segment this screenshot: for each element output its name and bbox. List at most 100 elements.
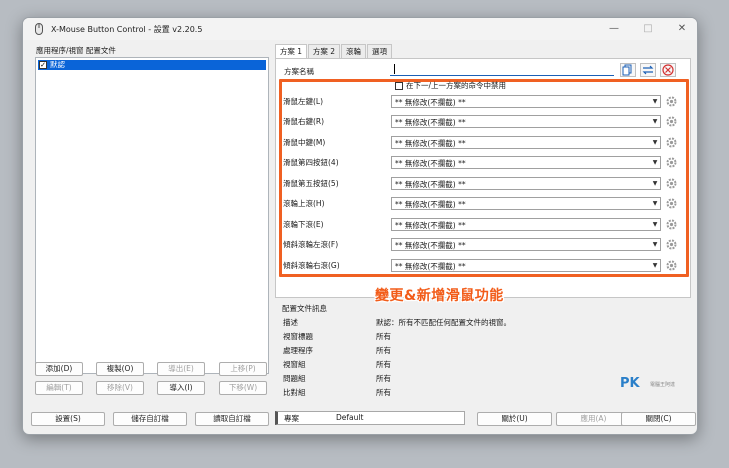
gear-icon[interactable] [665,115,678,128]
list-item-label: 默認 [50,60,65,69]
tab-wheel[interactable]: 滾輪 [341,44,366,58]
action-row-tilt-left: 傾斜滾輪左滾(F) ** 無修改(不攔截) ** ▼ [283,238,683,252]
profile-name-input[interactable] [390,63,614,76]
gear-icon[interactable] [665,136,678,149]
mouse-app-icon [35,23,43,35]
action-row-left: 滑鼠左鍵(L) ** 無修改(不攔截) ** ▼ [283,95,683,109]
info-key: 視窗標題 [283,332,313,341]
action-label: 滾輪上滾(H) [283,199,325,208]
tab-profile-2[interactable]: 方案 2 [308,44,340,58]
status-value: Default [336,413,364,422]
action-select[interactable]: ** 無修改(不攔截) ** ▼ [391,197,661,210]
action-select[interactable]: ** 無修改(不攔截) ** ▼ [391,238,661,251]
action-select-value: ** 無修改(不攔截) ** [395,241,466,250]
status-label: 專案 [284,414,299,423]
action-select[interactable]: ** 無修改(不攔截) ** ▼ [391,259,661,272]
action-select-value: ** 無修改(不攔截) ** [395,200,466,209]
checkbox[interactable] [395,82,403,90]
save-custom-button[interactable]: 儲存自訂檔 [113,412,187,426]
info-value: 所有 [376,388,391,397]
info-row: 描述 默認：所有不匹配任何配置文件的視窗。 [283,317,683,329]
info-value: 所有 [376,346,391,355]
add-button[interactable]: 添加(D) [35,362,83,376]
info-row: 視窗標題 所有 [283,331,683,343]
action-select-value: ** 無修改(不攔截) ** [395,180,466,189]
action-select-value: ** 無修改(不攔截) ** [395,262,466,271]
chevron-down-icon: ▼ [652,262,658,269]
move-down-button[interactable]: 下移(W) [219,381,267,395]
edit-button[interactable]: 編輯(T) [35,381,83,395]
action-select-value: ** 無修改(不攔截) ** [395,159,466,168]
app-window: X-Mouse Button Control - 設置 v2.20.5 — □ … [22,17,698,435]
load-custom-button[interactable]: 讀取自訂檔 [195,412,269,426]
info-key: 處理程序 [283,346,313,355]
remove-button[interactable]: 移除(V) [96,381,144,395]
info-value: 所有 [376,360,391,369]
action-label: 傾斜滾輪右滾(G) [283,261,340,270]
action-select[interactable]: ** 無修改(不攔截) ** ▼ [391,95,661,108]
gear-icon[interactable] [665,218,678,231]
gear-icon[interactable] [665,177,678,190]
maximize-icon[interactable]: □ [631,18,665,40]
close-button[interactable]: 關閉(C) [621,412,696,426]
action-label: 滑鼠第四按鈕(4) [283,158,339,167]
action-select[interactable]: ** 無修改(不攔截) ** ▼ [391,177,661,190]
settings-button[interactable]: 設置(S) [31,412,105,426]
chevron-down-icon: ▼ [652,221,658,228]
copy-button[interactable]: 複製(O) [96,362,144,376]
gear-icon[interactable] [665,259,678,272]
chevron-down-icon: ▼ [652,180,658,187]
gear-icon[interactable] [665,238,678,251]
about-button[interactable]: 關於(U) [477,412,552,426]
action-label: 滑鼠中鍵(M) [283,138,326,147]
tab-profile-1[interactable]: 方案 1 [275,44,307,59]
chevron-down-icon: ▼ [652,200,658,207]
profiles-group-label: 應用程序/視窗 配置文件 [36,46,116,55]
action-select-value: ** 無修改(不攔截) ** [395,98,466,107]
list-item[interactable]: ✓ 默認 [38,60,266,70]
apply-button[interactable]: 應用(A) [556,412,631,426]
action-row-tilt-right: 傾斜滾輪右滾(G) ** 無修改(不攔截) ** ▼ [283,259,683,273]
action-row-middle: 滑鼠中鍵(M) ** 無修改(不攔截) ** ▼ [283,136,683,150]
window-title: X-Mouse Button Control - 設置 v2.20.5 [51,25,203,34]
chevron-down-icon: ▼ [652,139,658,146]
action-select[interactable]: ** 無修改(不攔截) ** ▼ [391,156,661,169]
action-label: 傾斜滾輪左滾(F) [283,240,339,249]
info-value: 默認：所有不匹配任何配置文件的視窗。 [376,318,511,327]
action-row-button4: 滑鼠第四按鈕(4) ** 無修改(不攔截) ** ▼ [283,156,683,170]
info-value: 所有 [376,374,391,383]
gear-icon[interactable] [665,156,678,169]
checkbox-checked-icon[interactable]: ✓ [39,61,47,69]
action-select-value: ** 無修改(不攔截) ** [395,139,466,148]
move-up-button[interactable]: 上移(P) [219,362,267,376]
copy-icon[interactable] [620,63,636,77]
minimize-icon[interactable]: — [597,18,631,40]
watermark-logo: PK [620,376,640,391]
action-select[interactable]: ** 無修改(不攔截) ** ▼ [391,115,661,128]
status-box: 專案 Default [275,411,465,425]
info-row: 處理程序 所有 [283,345,683,357]
chevron-down-icon: ▼ [652,118,658,125]
action-row-button5: 滑鼠第五按鈕(5) ** 無修改(不攔截) ** ▼ [283,177,683,191]
export-button[interactable]: 導出(E) [157,362,205,376]
chevron-down-icon: ▼ [652,98,658,105]
info-value: 所有 [376,332,391,341]
action-select[interactable]: ** 無修改(不攔截) ** ▼ [391,218,661,231]
action-select[interactable]: ** 無修改(不攔截) ** ▼ [391,136,661,149]
clear-icon[interactable] [660,63,676,77]
watermark-subtitle: 電腦王阿達 [650,382,676,388]
action-select-value: ** 無修改(不攔截) ** [395,221,466,230]
swap-icon[interactable] [640,63,656,77]
action-row-right: 滑鼠右鍵(R) ** 無修改(不攔截) ** ▼ [283,115,683,129]
profile-name-label: 方案名稱 [284,67,314,76]
tab-options[interactable]: 選項 [367,44,392,58]
gear-icon[interactable] [665,95,678,108]
import-button[interactable]: 導入(I) [157,381,205,395]
action-label: 滾輪下滾(E) [283,220,324,229]
close-icon[interactable]: ✕ [665,18,697,40]
action-label: 滑鼠左鍵(L) [283,97,324,106]
profiles-list[interactable]: ✓ 默認 [35,57,269,374]
action-label: 滑鼠第五按鈕(5) [283,179,339,188]
gear-icon[interactable] [665,197,678,210]
disable-check-label: 在下一/上一方案的命令中禁用 [406,81,507,90]
